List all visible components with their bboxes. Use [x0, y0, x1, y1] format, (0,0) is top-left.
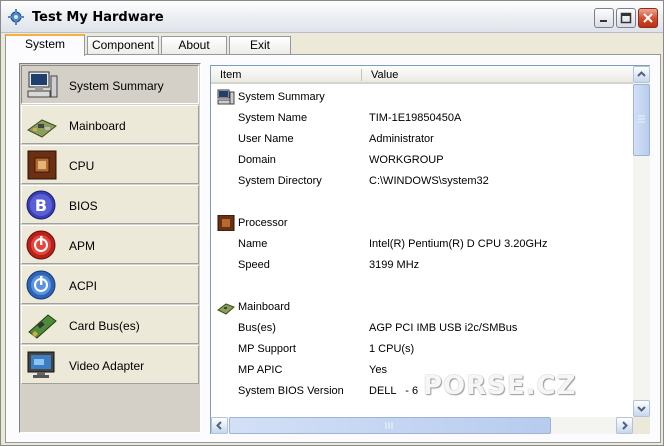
minimize-button[interactable]: [594, 8, 614, 28]
grip-icon: [385, 422, 393, 429]
mainboard-icon: [27, 119, 57, 138]
row-item: Name: [238, 238, 268, 250]
tab-component[interactable]: Component: [87, 36, 159, 55]
sidebar-item-label: Mainboard: [69, 119, 126, 133]
row-value: 3199 MHz: [369, 259, 420, 271]
gear-icon: [8, 9, 24, 25]
group-row-mainboard[interactable]: Mainboard: [211, 297, 633, 318]
sidebar-item-bios[interactable]: B BIOS: [21, 185, 199, 224]
scroll-left-button[interactable]: [211, 417, 228, 434]
table-row[interactable]: User Name Administrator: [211, 129, 633, 150]
sidebar-item-label: Video Adapter: [69, 359, 145, 373]
cpu-chip-icon: [217, 215, 235, 231]
table-row[interactable]: Speed 3199 MHz: [211, 255, 633, 276]
column-header-value[interactable]: Value: [371, 69, 398, 81]
grip-icon: [638, 115, 645, 123]
table-row[interactable]: Name Intel(R) Pentium(R) D CPU 3.20GHz: [211, 234, 633, 255]
watermark: PORSE.CZ: [419, 349, 609, 404]
horizontal-scrollbar[interactable]: [211, 417, 633, 434]
row-value: AGP PCI IMB USB i2c/SMBus: [369, 322, 518, 334]
row-value: TIM-1E19850450A: [369, 112, 462, 124]
maximize-button[interactable]: [616, 8, 636, 28]
power-icon: [26, 230, 56, 260]
column-header-item[interactable]: Item: [220, 69, 241, 81]
close-icon: [643, 13, 653, 23]
sidebar-item-acpi[interactable]: ACPI: [21, 265, 199, 304]
monitor-icon: [27, 351, 55, 378]
horizontal-scroll-thumb[interactable]: [229, 417, 551, 434]
row-item: System Directory: [238, 175, 322, 187]
chevron-left-icon: [216, 421, 222, 430]
sidebar-item-cpu[interactable]: CPU: [21, 145, 199, 184]
row-value: WORKGROUP: [369, 154, 444, 166]
cpu-chip-icon: [27, 150, 57, 180]
chevron-up-icon: [637, 71, 646, 77]
group-label: Processor: [238, 217, 288, 229]
sidebar-item-video-adapter[interactable]: Video Adapter: [21, 345, 199, 384]
tab-exit[interactable]: Exit: [229, 36, 291, 55]
bios-b-icon: B: [26, 190, 56, 220]
table-row[interactable]: System Directory C:\WINDOWS\system32: [211, 171, 633, 192]
minimize-icon: [600, 20, 607, 22]
chevron-right-icon: [622, 421, 628, 430]
app-window: Test My Hardware System Component About …: [0, 0, 664, 446]
sidebar-item-label: CPU: [69, 159, 95, 173]
maximize-icon: [620, 12, 632, 24]
table-row[interactable]: Bus(es) AGP PCI IMB USB i2c/SMBus: [211, 318, 633, 339]
chevron-down-icon: [637, 406, 646, 412]
sidebar-item-card-buses[interactable]: Card Bus(es): [21, 305, 199, 344]
watermark-text: PORSE.CZ: [423, 371, 577, 401]
scroll-down-button[interactable]: [633, 400, 650, 417]
row-item: MP APIC: [238, 364, 283, 376]
column-divider[interactable]: [361, 69, 362, 81]
sidebar-item-system-summary[interactable]: System Summary: [21, 65, 199, 104]
group-label: System Summary: [238, 91, 325, 103]
sidebar-item-label: ACPI: [69, 279, 98, 293]
tab-system[interactable]: System: [5, 34, 85, 56]
computer-icon: [27, 71, 58, 98]
sidebar-item-label: Card Bus(es): [69, 319, 140, 333]
svg-text:B: B: [35, 196, 47, 215]
sidebar-item-label: System Summary: [69, 79, 164, 93]
row-item: Domain: [238, 154, 276, 166]
row-item: Bus(es): [238, 322, 276, 334]
row-item: System BIOS Version: [238, 385, 344, 397]
group-row-system-summary[interactable]: System Summary: [211, 87, 633, 108]
row-value: Yes: [369, 364, 387, 376]
row-item: User Name: [238, 133, 294, 145]
sidebar-item-label: APM: [69, 239, 96, 253]
row-value: Administrator: [369, 133, 434, 145]
row-value: DELL - 6: [369, 385, 419, 397]
title-bar[interactable]: Test My Hardware: [1, 1, 663, 33]
group-label: Mainboard: [238, 301, 290, 313]
row-value: Intel(R) Pentium(R) D CPU 3.20GHz: [369, 238, 548, 250]
tab-about[interactable]: About: [161, 36, 227, 55]
computer-icon: [217, 89, 235, 105]
expansion-card-icon: [28, 314, 57, 339]
tab-strip: System Component About Exit: [5, 34, 664, 56]
sidebar-item-label: BIOS: [69, 199, 98, 213]
window-title: Test My Hardware: [32, 10, 164, 25]
row-value: C:\WINDOWS\system32: [369, 175, 489, 187]
scroll-corner: [633, 417, 650, 434]
table-row[interactable]: System Name TIM-1E19850450A: [211, 108, 633, 129]
sidebar-item-mainboard[interactable]: Mainboard: [21, 105, 199, 144]
acpi-power-icon: [26, 270, 56, 300]
table-row[interactable]: Domain WORKGROUP: [211, 150, 633, 171]
scroll-right-button[interactable]: [616, 417, 633, 434]
row-item: System Name: [238, 112, 308, 124]
mainboard-icon: [217, 303, 235, 315]
category-sidebar: System Summary Mainboard CPU B BIOS APM …: [19, 63, 201, 433]
sidebar-item-apm[interactable]: APM: [21, 225, 199, 264]
row-item: MP Support: [238, 343, 296, 355]
row-value: 1 CPU(s): [369, 343, 415, 355]
vertical-scrollbar[interactable]: [633, 66, 650, 417]
list-header: Item Value: [211, 66, 633, 84]
vertical-scroll-thumb[interactable]: [633, 84, 650, 156]
scroll-up-button[interactable]: [633, 66, 650, 83]
close-button[interactable]: [638, 8, 658, 28]
row-item: Speed: [238, 259, 270, 271]
group-row-processor[interactable]: Processor: [211, 213, 633, 234]
